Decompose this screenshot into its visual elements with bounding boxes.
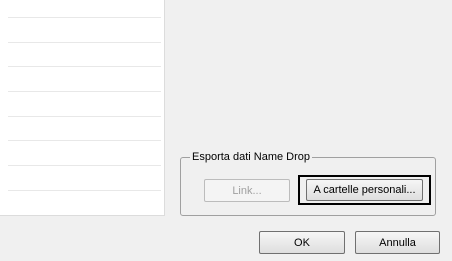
- list-row-divider: [8, 116, 161, 117]
- export-group-title: Esporta dati Name Drop: [190, 150, 312, 164]
- link-button[interactable]: Link...: [204, 179, 290, 202]
- list-row-divider: [8, 66, 161, 67]
- list-row-divider: [8, 91, 161, 92]
- list-row-divider: [8, 140, 161, 141]
- list-row-divider: [8, 17, 161, 18]
- cancel-button[interactable]: Annulla: [355, 231, 440, 254]
- personal-folders-button-label: A cartelle personali...: [306, 179, 423, 201]
- list-row-divider: [8, 42, 161, 43]
- personal-folders-button[interactable]: A cartelle personali...: [298, 175, 431, 205]
- ok-button[interactable]: OK: [259, 231, 345, 254]
- list-row-divider: [8, 165, 161, 166]
- list-row-divider: [8, 190, 161, 191]
- list-panel[interactable]: [0, 0, 165, 216]
